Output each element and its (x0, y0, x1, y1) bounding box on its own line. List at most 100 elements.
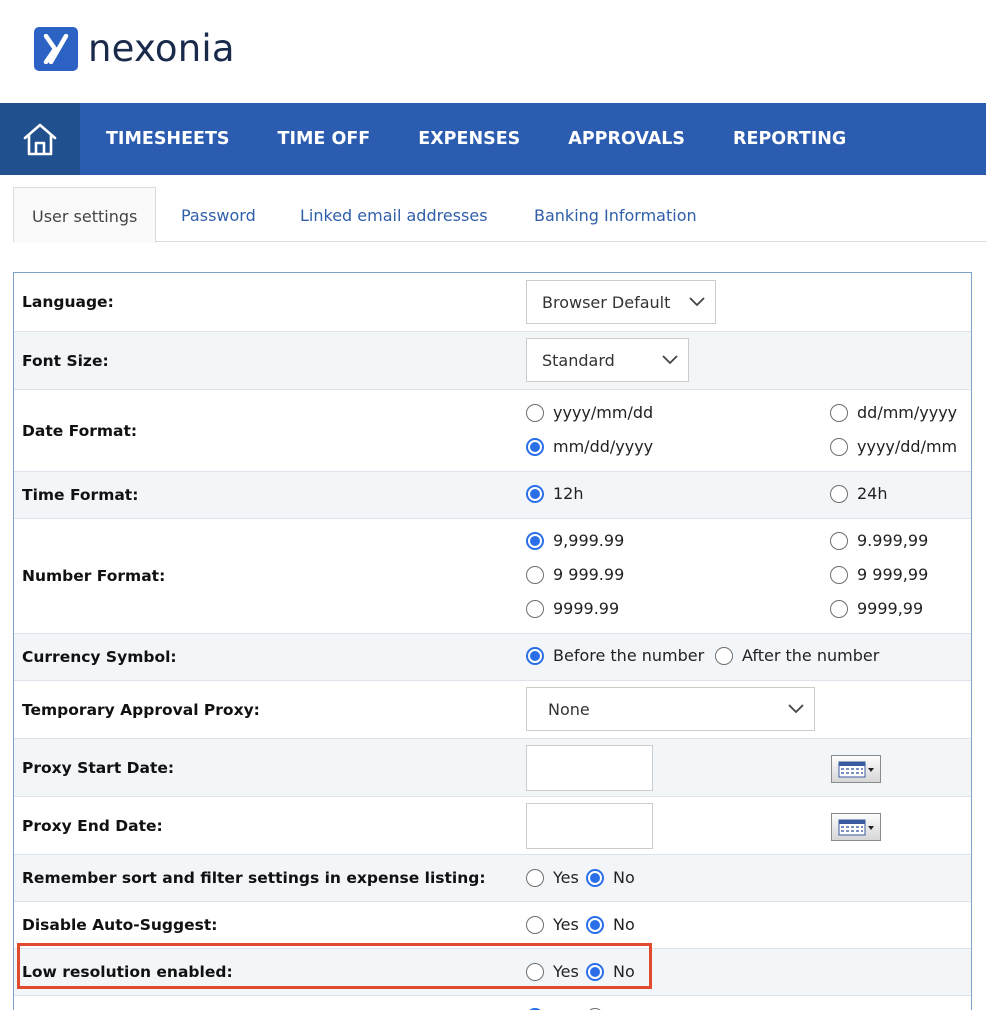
remember-sort-no[interactable]: No (586, 868, 635, 887)
date-format-mm-dd-yyyy[interactable]: mm/dd/yyyy (526, 437, 653, 456)
option-label: mm/dd/yyyy (553, 437, 654, 456)
auto-suggest-no[interactable]: No (586, 915, 635, 934)
date-format-label: Date Format: (22, 421, 138, 440)
number-format-option[interactable]: 9999,99 (830, 599, 923, 618)
number-format-option[interactable]: 9999.99 (526, 599, 619, 618)
chevron-down-icon (689, 297, 705, 307)
proxy-start-date-input[interactable] (526, 745, 653, 791)
time-format-row: Time Format: 12h 24h (14, 472, 971, 519)
nav-approvals[interactable]: APPROVALS (568, 103, 685, 175)
option-label: 9 999,99 (857, 565, 929, 584)
tab-password[interactable]: Password (181, 187, 256, 242)
date-format-yyyy-mm-dd[interactable]: yyyy/mm/dd (526, 403, 653, 422)
currency-before-number[interactable]: Before the number (526, 646, 704, 665)
option-label: After the number (742, 646, 880, 665)
nav-home-button[interactable] (0, 103, 80, 175)
language-row: Language: Browser Default (14, 273, 971, 332)
calendar-icon (838, 761, 874, 778)
time-format-24h[interactable]: 24h (830, 484, 888, 503)
nav-timesheets[interactable]: TIMESHEETS (106, 103, 230, 175)
nav-time-off[interactable]: TIME OFF (278, 103, 371, 175)
radio-button-selected[interactable] (526, 531, 544, 550)
radio-button[interactable] (830, 531, 848, 550)
auto-suggest-row: Disable Auto-Suggest: Yes No (14, 902, 971, 949)
number-format-label: Number Format: (22, 567, 166, 585)
option-label: Before the number (553, 646, 705, 665)
radio-button[interactable] (830, 403, 848, 422)
approval-proxy-value: None (548, 699, 590, 719)
auto-suggest-yes[interactable]: Yes (526, 915, 579, 934)
option-label: 9999,99 (857, 599, 924, 618)
option-label: dd/mm/yyyy (857, 403, 958, 422)
number-format-row: Number Format: 9,999.99 9.999,99 9 999.9… (14, 519, 971, 634)
radio-button[interactable] (526, 403, 544, 422)
remember-sort-label: Remember sort and filter settings in exp… (22, 869, 486, 887)
radio-button[interactable] (526, 868, 544, 887)
font-size-select[interactable]: Standard (526, 338, 689, 382)
option-label: No (613, 915, 635, 934)
radio-button-selected[interactable] (586, 915, 604, 934)
number-format-option[interactable]: 9 999,99 (830, 565, 928, 584)
font-size-row: Font Size: Standard (14, 332, 971, 390)
radio-button-selected[interactable] (526, 484, 544, 503)
tab-user-settings[interactable]: User settings (13, 187, 157, 243)
option-label: Yes (553, 868, 579, 887)
user-settings-form: Language: Browser Default Font Size: Sta… (13, 272, 972, 1010)
proxy-end-date-input[interactable] (526, 803, 653, 849)
radio-button[interactable] (830, 484, 848, 503)
proxy-start-date-row: Proxy Start Date: (14, 739, 971, 797)
number-format-option[interactable]: 9.999,99 (830, 531, 928, 550)
option-label: No (613, 962, 635, 981)
date-format-dd-mm-yyyy[interactable]: dd/mm/yyyy (830, 403, 957, 422)
option-label: 24h (857, 484, 888, 503)
nav-expenses[interactable]: EXPENSES (418, 103, 520, 175)
radio-button[interactable] (830, 565, 848, 584)
home-icon (23, 123, 57, 156)
currency-symbol-row: Currency Symbol: Before the number After… (14, 634, 971, 681)
language-select[interactable]: Browser Default (526, 280, 716, 324)
font-size-label: Font Size: (22, 351, 109, 370)
approval-proxy-select[interactable]: None (526, 687, 815, 731)
tab-linked-email-addresses[interactable]: Linked email addresses (300, 187, 488, 242)
option-label: yyyy/mm/dd (553, 403, 654, 422)
currency-after-number[interactable]: After the number (715, 646, 879, 665)
main-navbar: TIMESHEETS TIME OFF EXPENSES APPROVALS R… (0, 103, 986, 175)
proxy-end-calendar-button[interactable] (831, 813, 881, 841)
nav-reporting[interactable]: REPORTING (733, 103, 846, 175)
language-value: Browser Default (542, 292, 671, 312)
chevron-down-icon (788, 704, 804, 714)
radio-button[interactable] (715, 646, 733, 665)
number-format-option[interactable]: 9 999.99 (526, 565, 624, 584)
proxy-start-calendar-button[interactable] (831, 755, 881, 783)
currency-symbol-label: Currency Symbol: (22, 648, 177, 666)
low-resolution-yes[interactable]: Yes (526, 962, 579, 981)
radio-button-selected[interactable] (586, 962, 604, 981)
radio-button[interactable] (526, 915, 544, 934)
radio-button-selected[interactable] (586, 868, 604, 887)
number-format-option[interactable]: 9,999.99 (526, 531, 624, 550)
next-setting-row (14, 996, 971, 1010)
remember-sort-yes[interactable]: Yes (526, 868, 579, 887)
auto-suggest-label: Disable Auto-Suggest: (22, 916, 218, 934)
low-resolution-label: Low resolution enabled: (22, 963, 233, 981)
settings-tabs: User settings Password Linked email addr… (13, 187, 986, 243)
option-label: Yes (553, 962, 579, 981)
radio-button[interactable] (830, 437, 848, 456)
radio-button[interactable] (830, 599, 848, 618)
option-label: 9999.99 (553, 599, 620, 618)
nexonia-logo[interactable]: nexonia (34, 27, 235, 71)
date-format-row: Date Format: yyyy/mm/dd dd/mm/yyyy mm/dd… (14, 390, 971, 472)
radio-button[interactable] (526, 962, 544, 981)
tab-banking-information[interactable]: Banking Information (534, 187, 697, 242)
radio-button-selected[interactable] (526, 646, 544, 665)
proxy-start-date-label: Proxy Start Date: (22, 758, 175, 777)
date-format-yyyy-dd-mm[interactable]: yyyy/dd/mm (830, 437, 957, 456)
time-format-12h[interactable]: 12h (526, 484, 584, 503)
radio-button[interactable] (526, 565, 544, 584)
radio-button-selected[interactable] (526, 437, 544, 456)
radio-button[interactable] (526, 599, 544, 618)
low-resolution-no[interactable]: No (586, 962, 635, 981)
chevron-down-icon (662, 355, 678, 365)
proxy-end-date-label: Proxy End Date: (22, 816, 163, 835)
approval-proxy-label: Temporary Approval Proxy: (22, 700, 260, 719)
